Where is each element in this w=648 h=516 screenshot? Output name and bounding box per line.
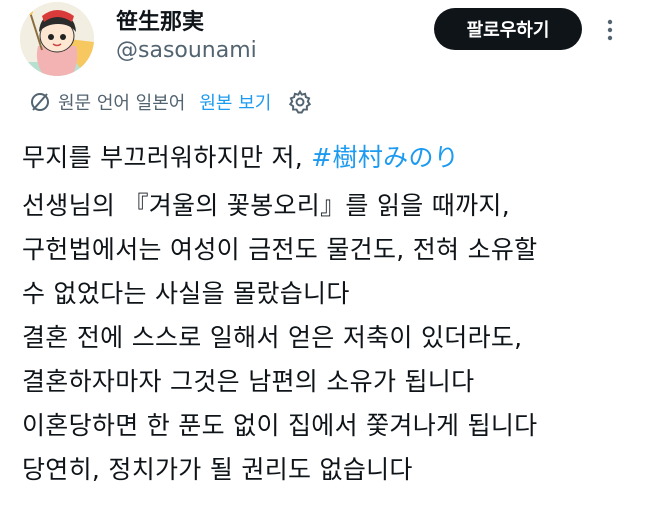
post-text-line: 이혼당하면 한 푼도 없이 집에서 쫓겨나게 됩니다 [22,411,538,440]
follow-button[interactable]: 팔로우하기 [434,8,582,50]
gear-icon[interactable] [287,89,313,115]
more-vertical-icon[interactable] [598,14,622,46]
translation-bar: 원문 언어 일본어 원본 보기 [28,86,313,118]
post-text: 무지를 부끄러워하지만 저, #樹村みのり 선생님의 『겨울의 꽃봉오리』를 읽… [22,136,632,492]
post-text-line: 당연히, 정치가가 될 권리도 없습니다 [22,455,413,484]
display-name[interactable]: 笹生那実 [116,4,204,36]
original-language-label: 원문 언어 일본어 [58,93,186,114]
avatar[interactable] [20,2,94,76]
post-text-line: 구헌법에서는 여성이 금전도 물건도, 전혀 소유할 [22,235,538,264]
view-original-link[interactable]: 원본 보기 [199,89,271,115]
post-header: 笹生那実 @sasounami 팔로우하기 [0,0,648,80]
post-text-line: 결혼하자마자 그것은 남편의 소유가 됩니다 [22,367,475,396]
post-text-line: 수 없었다는 사실을 몰랐습니다 [22,279,350,308]
avatar-illustration [20,2,94,76]
post-text-line: 선생님의 『겨울의 꽃봉오리』를 읽을 때까지, [22,191,510,220]
hashtag-link[interactable]: #樹村みのり [311,143,459,172]
post-text-line: 무지를 부끄러워하지만 저, #樹村みのり [22,136,632,180]
post-text-intro: 무지를 부끄러워하지만 저, [22,143,312,172]
post-text-line: 결혼 전에 스스로 일해서 얻은 저축이 있더라도, [22,323,523,352]
user-handle[interactable]: @sasounami [116,38,257,63]
translate-icon [28,90,52,114]
